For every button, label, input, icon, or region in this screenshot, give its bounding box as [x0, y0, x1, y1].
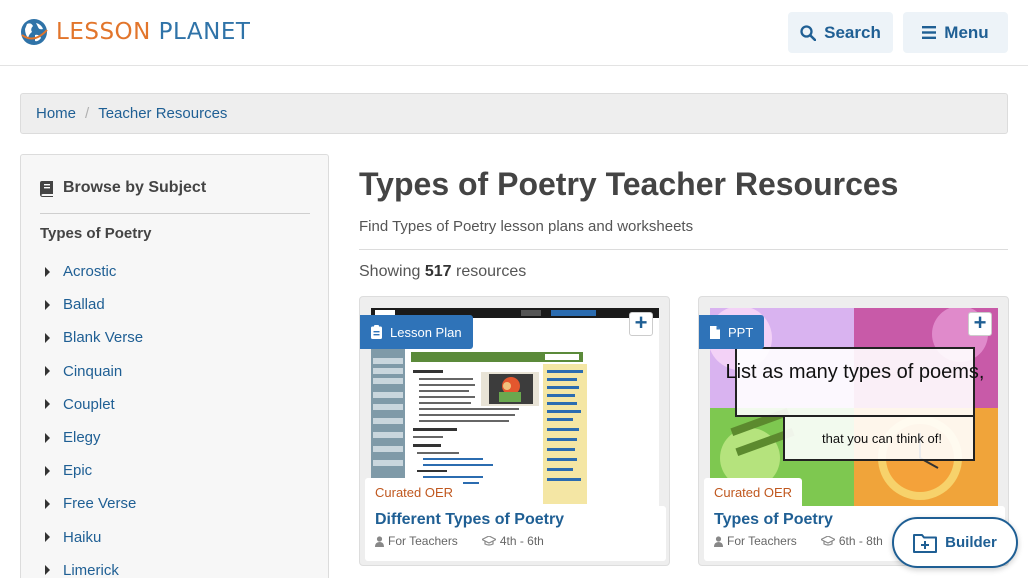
graduation-cap-icon	[481, 536, 496, 546]
sidebar-item-blank-verse[interactable]: Blank Verse	[45, 321, 143, 354]
resource-type-badge: Lesson Plan	[360, 315, 473, 349]
curated-oer-tag: Curated OER	[365, 478, 464, 506]
caret-right-icon	[45, 266, 50, 277]
page-title: Types of Poetry Teacher Resources	[359, 166, 899, 202]
site-header: LESSON PLANET Search Menu	[0, 0, 1028, 66]
sidebar-item-couplet[interactable]: Couplet	[45, 388, 143, 421]
book-icon	[40, 181, 53, 197]
sidebar-item-label[interactable]: Acrostic	[63, 263, 116, 280]
builder-label: Builder	[945, 534, 997, 551]
sidebar-item-label[interactable]: Ballad	[63, 296, 105, 313]
thumb-text-line-1: List as many types of poems,	[725, 361, 984, 383]
user-icon	[714, 535, 723, 547]
resource-type-label: PPT	[728, 324, 754, 340]
sidebar-item-haiku[interactable]: Haiku	[45, 521, 143, 554]
caret-right-icon	[45, 465, 50, 476]
sidebar-heading-label: Browse by Subject	[63, 179, 207, 196]
sidebar-item-epic[interactable]: Epic	[45, 454, 143, 487]
search-button-label: Search	[824, 22, 881, 42]
resource-card[interactable]: + Lesson Plan Curated OER Different Type…	[359, 296, 670, 566]
grades-meta: 6th - 8th	[820, 534, 895, 548]
add-to-folder-button[interactable]: +	[629, 312, 653, 336]
clipboard-icon	[371, 325, 382, 339]
curated-oer-tag: Curated OER	[704, 478, 803, 506]
caret-right-icon	[45, 399, 50, 410]
sidebar-item-label[interactable]: Elegy	[63, 429, 101, 446]
sidebar-item-limerick[interactable]: Limerick	[45, 554, 143, 578]
file-icon	[710, 325, 720, 339]
resource-type-label: Lesson Plan	[390, 324, 462, 340]
sidebar-subheading: Types of Poetry	[40, 225, 152, 242]
sidebar-item-label[interactable]: Cinquain	[63, 363, 122, 380]
caret-right-icon	[45, 498, 50, 509]
audience-meta: For Teachers	[714, 534, 809, 548]
sidebar-item-elegy[interactable]: Elegy	[45, 421, 143, 454]
caret-right-icon	[45, 565, 50, 576]
sidebar-item-ballad[interactable]: Ballad	[45, 288, 143, 321]
graduation-cap-icon	[820, 536, 835, 546]
logo-text-lesson: LESSON	[56, 19, 151, 45]
grades-meta: 4th - 6th	[481, 534, 556, 548]
grades-label: 6th - 8th	[838, 534, 883, 548]
logo-text: LESSON PLANET	[56, 19, 250, 45]
results-number: 517	[424, 263, 452, 280]
caret-right-icon	[45, 432, 50, 443]
results-count: Showing 517 resources	[359, 263, 526, 281]
results-prefix: Showing	[359, 263, 421, 280]
sidebar-item-label[interactable]: Limerick	[63, 562, 119, 578]
breadcrumb-home[interactable]: Home	[36, 105, 76, 122]
breadcrumb-separator: /	[85, 105, 90, 122]
search-icon	[800, 24, 817, 41]
user-icon	[375, 535, 384, 547]
sidebar-item-label[interactable]: Epic	[63, 462, 92, 479]
title-divider	[359, 249, 1008, 250]
caret-right-icon	[45, 366, 50, 377]
sidebar-heading: Browse by Subject	[40, 179, 310, 214]
resource-meta: For Teachers 4th - 6th	[375, 534, 656, 548]
page-subtitle: Find Types of Poetry lesson plans and wo…	[359, 218, 694, 235]
sidebar-item-label[interactable]: Blank Verse	[63, 329, 143, 346]
sidebar-item-label[interactable]: Free Verse	[63, 495, 136, 512]
folder-plus-icon	[913, 533, 938, 553]
hamburger-icon	[922, 26, 937, 39]
menu-button-label: Menu	[944, 22, 989, 42]
logo[interactable]: LESSON PLANET	[20, 17, 250, 47]
audience-meta: For Teachers	[375, 534, 470, 548]
sidebar-item-label[interactable]: Couplet	[63, 396, 115, 413]
resource-title[interactable]: Different Types of Poetry	[375, 511, 656, 529]
logo-text-planet: PLANET	[158, 19, 251, 45]
caret-right-icon	[45, 332, 50, 343]
browse-sidebar: Browse by Subject Types of Poetry Acrost…	[20, 154, 329, 578]
caret-right-icon	[45, 299, 50, 310]
sidebar-item-acrostic[interactable]: Acrostic	[45, 255, 143, 288]
caret-right-icon	[45, 532, 50, 543]
globe-icon	[21, 19, 48, 45]
thumb-text-line-2: that you can think of!	[822, 431, 942, 446]
builder-button[interactable]: Builder	[892, 517, 1018, 568]
audience-label: For Teachers	[388, 534, 458, 548]
breadcrumb-teacher-resources[interactable]: Teacher Resources	[98, 105, 227, 122]
subject-list: Acrostic Ballad Blank Verse Cinquain Cou…	[45, 255, 143, 578]
add-to-folder-button[interactable]: +	[968, 312, 992, 336]
sidebar-item-free-verse[interactable]: Free Verse	[45, 487, 143, 520]
search-button[interactable]: Search	[788, 12, 893, 53]
menu-button[interactable]: Menu	[903, 12, 1008, 53]
sidebar-item-label[interactable]: Haiku	[63, 529, 101, 546]
audience-label: For Teachers	[727, 534, 797, 548]
results-suffix: resources	[455, 263, 527, 280]
breadcrumb: Home / Teacher Resources	[20, 93, 1008, 134]
sidebar-item-cinquain[interactable]: Cinquain	[45, 355, 143, 388]
grades-label: 4th - 6th	[499, 534, 544, 548]
resource-type-badge: PPT	[699, 315, 765, 349]
resource-info: Different Types of Poetry For Teachers 4…	[365, 506, 666, 561]
